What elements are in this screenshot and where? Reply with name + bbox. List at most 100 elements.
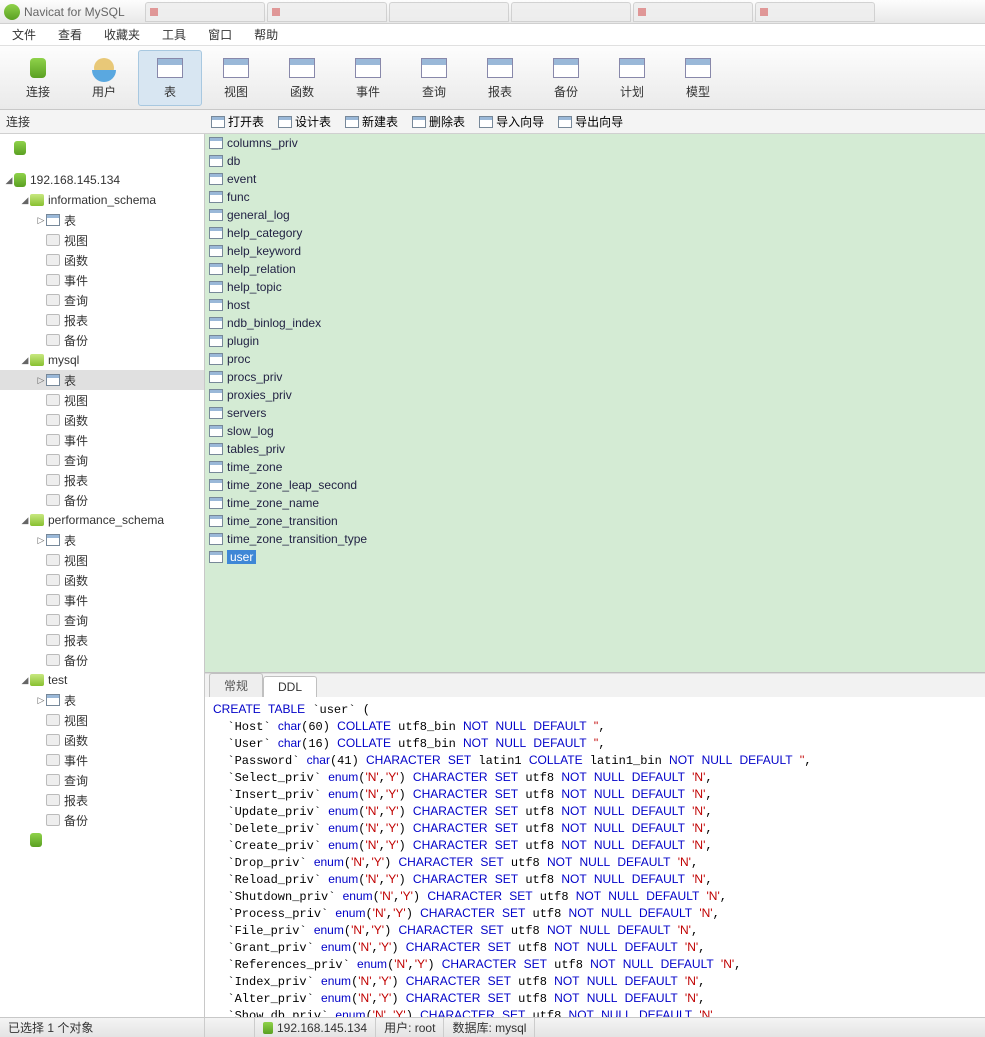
table-row-help_category[interactable]: help_category (205, 224, 985, 242)
tree-row-报表[interactable]: 报表 (0, 630, 204, 650)
tree-row-查询[interactable]: 查询 (0, 770, 204, 790)
subtoolbar-导出向导[interactable]: 导出向导 (558, 113, 623, 130)
subtoolbar-导入向导[interactable]: 导入向导 (479, 113, 544, 130)
table-row-help_relation[interactable]: help_relation (205, 260, 985, 278)
tree-row-备份[interactable]: 备份 (0, 810, 204, 830)
tree-row-表[interactable]: ▷表 (0, 210, 204, 230)
tree-row-performance_schema[interactable]: ◢performance_schema (0, 510, 204, 530)
tree-row-表[interactable]: ▷表 (0, 530, 204, 550)
tree-toggle-icon[interactable]: ▷ (36, 695, 46, 706)
table-row-host[interactable]: host (205, 296, 985, 314)
tree-row-备份[interactable]: 备份 (0, 330, 204, 350)
table-row-help_topic[interactable]: help_topic (205, 278, 985, 296)
tree-row-事件[interactable]: 事件 (0, 270, 204, 290)
tree-row-[interactable] (0, 830, 204, 850)
tree-toggle-icon[interactable]: ◢ (20, 675, 30, 686)
tree-row-视图[interactable]: 视图 (0, 550, 204, 570)
subtoolbar-新建表[interactable]: 新建表 (345, 113, 398, 130)
menu-窗口[interactable]: 窗口 (208, 26, 232, 43)
toolbar-计划[interactable]: 计划 (600, 50, 664, 106)
menubar[interactable]: 文件 查看 收藏夹 工具 窗口 帮助 (0, 24, 985, 46)
tab-DDL[interactable]: DDL (263, 676, 317, 697)
table-row-plugin[interactable]: plugin (205, 332, 985, 350)
toolbar-函数[interactable]: 函数 (270, 50, 334, 106)
menu-文件[interactable]: 文件 (12, 26, 36, 43)
table-row-slow_log[interactable]: slow_log (205, 422, 985, 440)
tree-row-视图[interactable]: 视图 (0, 710, 204, 730)
table-row-user[interactable]: user (205, 548, 985, 566)
tree-row-事件[interactable]: 事件 (0, 590, 204, 610)
toolbar-查询[interactable]: 查询 (402, 50, 466, 106)
toolbar-视图[interactable]: 视图 (204, 50, 268, 106)
table-list[interactable]: columns_privdbeventfuncgeneral_loghelp_c… (205, 134, 985, 673)
table-row-time_zone_transition[interactable]: time_zone_transition (205, 512, 985, 530)
connection-tree[interactable]: ◢192.168.145.134◢information_schema▷表视图函… (0, 134, 205, 1017)
table-row-proxies_priv[interactable]: proxies_priv (205, 386, 985, 404)
table-label: time_zone_leap_second (227, 478, 357, 492)
table-row-columns_priv[interactable]: columns_priv (205, 134, 985, 152)
table-row-event[interactable]: event (205, 170, 985, 188)
table-row-time_zone_name[interactable]: time_zone_name (205, 494, 985, 512)
tree-toggle-icon[interactable]: ◢ (20, 195, 30, 206)
detail-tabs[interactable]: 常规DDL (205, 673, 985, 697)
tree-row-函数[interactable]: 函数 (0, 250, 204, 270)
tree-row-事件[interactable]: 事件 (0, 430, 204, 450)
tree-row-查询[interactable]: 查询 (0, 610, 204, 630)
tree-toggle-icon[interactable]: ▷ (36, 535, 46, 546)
tree-toggle-icon[interactable]: ◢ (20, 355, 30, 366)
toolbar-表[interactable]: 表 (138, 50, 202, 106)
tree-toggle-icon[interactable]: ▷ (36, 375, 46, 386)
tree-row-报表[interactable]: 报表 (0, 470, 204, 490)
tree-row-192.168.145.134[interactable]: ◢192.168.145.134 (0, 170, 204, 190)
menu-收藏夹[interactable]: 收藏夹 (104, 26, 140, 43)
tree-toggle-icon[interactable]: ◢ (20, 515, 30, 526)
table-row-ndb_binlog_index[interactable]: ndb_binlog_index (205, 314, 985, 332)
subtoolbar-删除表[interactable]: 删除表 (412, 113, 465, 130)
tree-row-视图[interactable]: 视图 (0, 390, 204, 410)
连接-icon (30, 58, 46, 78)
table-row-time_zone_leap_second[interactable]: time_zone_leap_second (205, 476, 985, 494)
table-row-help_keyword[interactable]: help_keyword (205, 242, 985, 260)
table-row-procs_priv[interactable]: procs_priv (205, 368, 985, 386)
tab-常规[interactable]: 常规 (209, 673, 263, 697)
tree-toggle-icon[interactable]: ◢ (4, 175, 14, 186)
tree-row-表[interactable]: ▷表 (0, 370, 204, 390)
table-row-time_zone_transition_type[interactable]: time_zone_transition_type (205, 530, 985, 548)
tree-toggle-icon[interactable]: ▷ (36, 215, 46, 226)
toolbar-用户[interactable]: 用户 (72, 50, 136, 106)
tree-row-视图[interactable]: 视图 (0, 230, 204, 250)
tree-row-函数[interactable]: 函数 (0, 730, 204, 750)
ddl-panel[interactable]: CREATE TABLE `user` ( `Host` char(60) CO… (205, 697, 985, 1017)
table-row-db[interactable]: db (205, 152, 985, 170)
toolbar-备份[interactable]: 备份 (534, 50, 598, 106)
toolbar-事件[interactable]: 事件 (336, 50, 400, 106)
tree-row-备份[interactable]: 备份 (0, 490, 204, 510)
toolbar-模型[interactable]: 模型 (666, 50, 730, 106)
subtoolbar-设计表[interactable]: 设计表 (278, 113, 331, 130)
tree-row-mysql[interactable]: ◢mysql (0, 350, 204, 370)
table-row-func[interactable]: func (205, 188, 985, 206)
toolbar-报表[interactable]: 报表 (468, 50, 532, 106)
tree-row-[interactable] (0, 138, 204, 158)
tree-row-报表[interactable]: 报表 (0, 310, 204, 330)
toolbar-连接[interactable]: 连接 (6, 50, 70, 106)
subtoolbar-打开表[interactable]: 打开表 (211, 113, 264, 130)
menu-工具[interactable]: 工具 (162, 26, 186, 43)
table-row-time_zone[interactable]: time_zone (205, 458, 985, 476)
tree-row-查询[interactable]: 查询 (0, 450, 204, 470)
table-row-general_log[interactable]: general_log (205, 206, 985, 224)
tree-row-test[interactable]: ◢test (0, 670, 204, 690)
tree-row-查询[interactable]: 查询 (0, 290, 204, 310)
menu-查看[interactable]: 查看 (58, 26, 82, 43)
tree-row-表[interactable]: ▷表 (0, 690, 204, 710)
table-row-proc[interactable]: proc (205, 350, 985, 368)
tree-row-information_schema[interactable]: ◢information_schema (0, 190, 204, 210)
table-row-servers[interactable]: servers (205, 404, 985, 422)
table-row-tables_priv[interactable]: tables_priv (205, 440, 985, 458)
tree-row-函数[interactable]: 函数 (0, 570, 204, 590)
tree-row-事件[interactable]: 事件 (0, 750, 204, 770)
tree-row-报表[interactable]: 报表 (0, 790, 204, 810)
tree-row-函数[interactable]: 函数 (0, 410, 204, 430)
tree-row-备份[interactable]: 备份 (0, 650, 204, 670)
menu-帮助[interactable]: 帮助 (254, 26, 278, 43)
